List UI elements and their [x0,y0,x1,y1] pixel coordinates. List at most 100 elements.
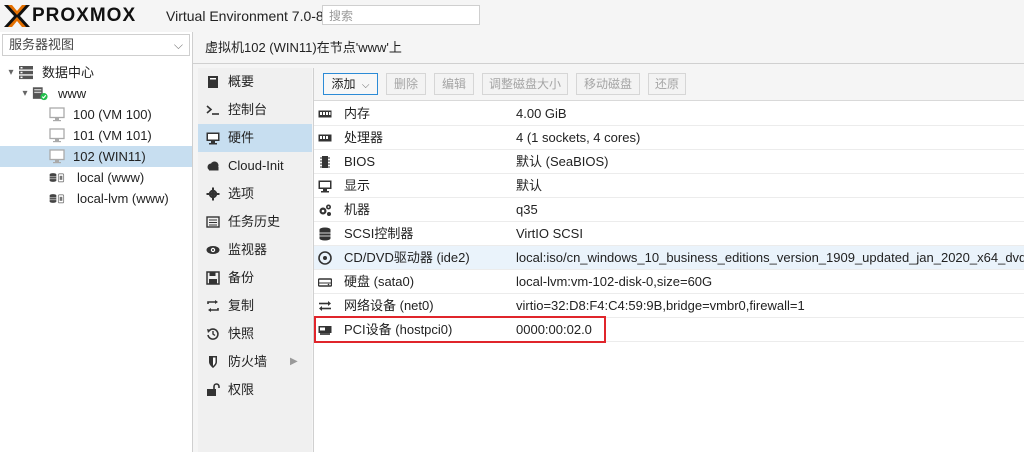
nav-item-backup[interactable]: 备份 [198,264,312,292]
memory-icon [318,110,332,118]
proxmox-x-icon [4,5,30,27]
vm-nav-menu: 概要 控制台 硬件 Cloud-Init 选项 任务历史 监视器 备份 复制 快… [198,68,312,452]
hardware-value: q35 [516,202,538,217]
terminal-icon [206,105,219,115]
monitor-icon [206,132,220,145]
hardware-key: 处理器 [344,130,384,145]
list-icon [206,216,220,228]
nav-label: 控制台 [228,102,268,117]
hardware-row-cdrom[interactable]: CD/DVD驱动器 (ide2) local:iso/cn_windows_10… [314,246,1024,270]
resize-disk-button[interactable]: 调整磁盘大小 [482,73,568,95]
collapse-toggle-icon[interactable]: ▾ [20,83,30,104]
expand-arrow-icon[interactable]: ▶ [290,348,298,376]
edit-button[interactable]: 编辑 [434,73,474,95]
nav-item-hardware[interactable]: 硬件 [198,124,312,152]
annotation-highlight-box [314,316,606,343]
hardware-row-memory[interactable]: 内存 4.00 GiB [314,102,1024,126]
nav-item-options[interactable]: 选项 [198,180,312,208]
eye-icon [206,246,220,254]
hardware-value: 默认 (SeaBIOS) [516,154,609,169]
shield-icon [209,356,217,368]
nav-item-replication[interactable]: 复制 [198,292,312,320]
hardware-key: SCSI控制器 [344,226,414,241]
hardware-value: virtio=32:D8:F4:C4:59:9B,bridge=vmbr0,fi… [516,298,805,313]
nav-label: 概要 [228,74,255,89]
nav-label: 硬件 [228,130,255,145]
add-button-label: 添加 [331,77,356,91]
view-selector[interactable]: 服务器视图 ⌵ [2,34,190,56]
tree-label: 101 (VM 101) [73,128,152,143]
nav-label: 备份 [228,270,255,285]
nav-label: 任务历史 [228,214,281,229]
nav-item-monitor[interactable]: 监视器 [198,236,312,264]
hardware-value: 4.00 GiB [516,106,567,121]
tree-label: www [58,86,87,101]
tree-label: 100 (VM 100) [73,107,152,122]
hardware-value: 4 (1 sockets, 4 cores) [516,130,641,145]
nav-label: 快照 [228,326,255,341]
nav-label: 监视器 [228,242,268,257]
nav-label: Cloud-Init [228,158,284,173]
tree-item-storage-local-lvm[interactable]: local-lvm (www) [0,188,192,209]
floppy-icon [206,271,220,285]
add-button[interactable]: 添加 ⌵ [323,73,378,95]
hardware-key: BIOS [344,154,376,169]
logo-wordmark: PROXMOX [32,5,137,26]
tree-item-storage-local[interactable]: local (www) [0,167,192,188]
hardware-row-display[interactable]: 显示 默认 [314,174,1024,198]
cd-icon [318,251,332,265]
version-label: Virtual Environment 7.0-8 [166,8,324,24]
hardware-row-processor[interactable]: 处理器 4 (1 sockets, 4 cores) [314,126,1024,150]
hardware-panel: 添加 ⌵ 删除 编辑 调整磁盘大小 移动磁盘 还原 内存 4.00 GiB 处理… [313,68,1024,452]
server-stack-icon [19,66,33,80]
hardware-key: 硬盘 (sata0) [344,274,415,289]
gear-icon [206,187,220,201]
collapse-toggle-icon[interactable]: ▾ [6,62,16,83]
book-icon [208,76,218,88]
tree-item-vm-101[interactable]: 101 (VM 101) [0,125,192,146]
tree-item-vm-102[interactable]: 102 (WIN11) [0,146,192,167]
nav-item-firewall[interactable]: 防火墙 ▶ [198,348,312,376]
nav-label: 复制 [228,298,255,313]
tree-item-vm-100[interactable]: 100 (VM 100) [0,104,192,125]
hardware-toolbar: 添加 ⌵ 删除 编辑 调整磁盘大小 移动磁盘 还原 [314,68,1024,101]
nav-item-snapshot[interactable]: 快照 [198,320,312,348]
hardware-row-bios[interactable]: BIOS 默认 (SeaBIOS) [314,150,1024,174]
chip-icon [320,156,330,168]
hardware-row-hard-disk[interactable]: 硬盘 (sata0) local-lvm:vm-102-disk-0,size=… [314,270,1024,294]
hdd-icon [318,278,332,287]
tree-item-datacenter[interactable]: ▾ 数据中心 [0,62,192,83]
nav-item-cloud-init[interactable]: Cloud-Init [198,152,312,180]
nav-item-task-history[interactable]: 任务历史 [198,208,312,236]
nav-label: 权限 [228,382,255,397]
chevron-down-icon[interactable]: ⌵ [174,35,183,55]
hardware-row-scsi-controller[interactable]: SCSI控制器 VirtIO SCSI [314,222,1024,246]
tree-label: 102 (WIN11) [73,149,146,164]
hardware-row-machine[interactable]: 机器 q35 [314,198,1024,222]
vm-monitor-icon [49,149,65,164]
tree-item-node[interactable]: ▾ www [0,83,192,104]
tree-label: local (www) [77,170,145,185]
move-disk-button[interactable]: 移动磁盘 [576,73,640,95]
remove-button[interactable]: 删除 [386,73,426,95]
history-icon [207,328,219,340]
exchange-icon [319,301,331,311]
proxmox-logo[interactable]: PROXMOX [4,4,136,28]
nav-item-permissions[interactable]: 权限 [198,376,312,404]
tree-label: 数据中心 [42,65,95,80]
search-input[interactable]: 搜索 [322,5,480,25]
tree-label: local-lvm (www) [77,191,169,206]
chevron-down-icon: ⌵ [361,80,370,91]
nav-item-summary[interactable]: 概要 [198,68,312,96]
hardware-value: local-lvm:vm-102-disk-0,size=60G [516,274,713,289]
node-online-icon [32,87,48,101]
vm-monitor-icon [49,107,65,122]
page-title: 虚拟机102 (WIN11)在节点'www'上 [193,32,1024,64]
vm-monitor-icon [49,128,65,143]
hardware-row-network[interactable]: 网络设备 (net0) virtio=32:D8:F4:C4:59:9B,bri… [314,294,1024,318]
nav-item-console[interactable]: 控制台 [198,96,312,124]
database-icon [319,227,331,241]
revert-button[interactable]: 还原 [648,73,686,95]
hardware-key: 网络设备 (net0) [344,298,434,313]
hardware-value: 默认 [516,178,543,193]
